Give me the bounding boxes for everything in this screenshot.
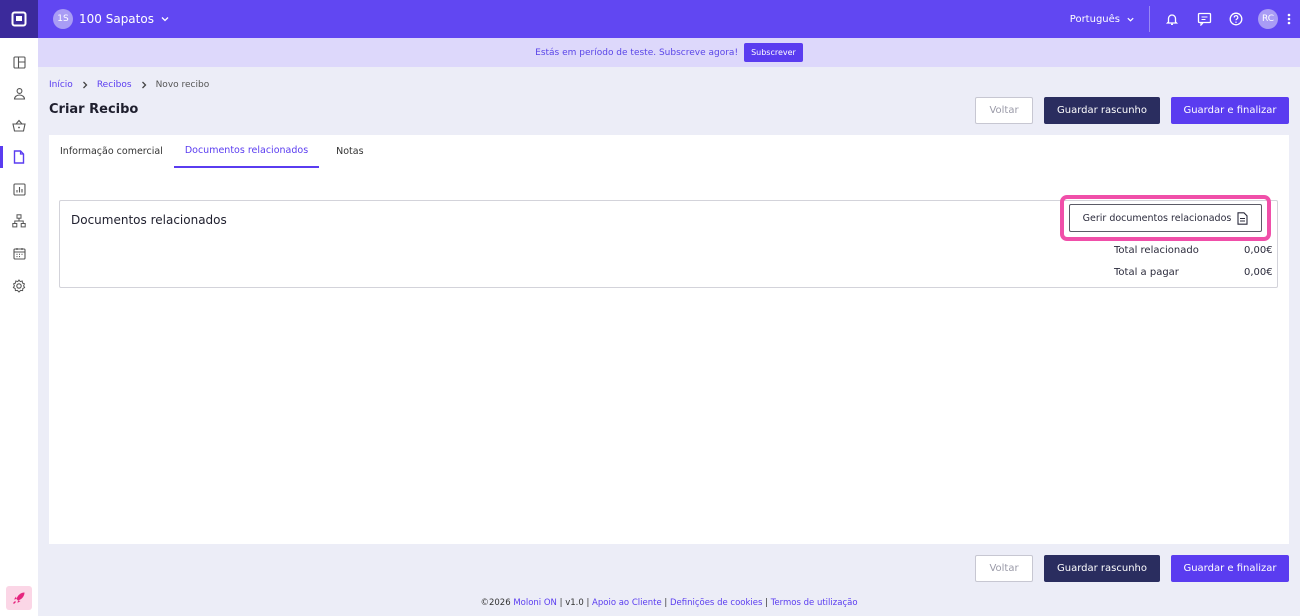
sidebar-item-calendar[interactable] [0, 242, 38, 264]
help-icon[interactable] [1220, 12, 1252, 26]
chart-icon [12, 182, 26, 196]
total-related-value: 0,00€ [1244, 245, 1273, 256]
chevron-down-icon [161, 17, 169, 22]
settings-icon [12, 279, 26, 293]
chevron-down-icon [1127, 17, 1134, 22]
breadcrumb-home[interactable]: Início [49, 80, 73, 90]
rocket-launch-button[interactable] [6, 586, 32, 610]
sidebar-item-dashboard[interactable] [0, 51, 38, 73]
user-icon [13, 87, 25, 100]
total-to-pay-label: Total a pagar [1114, 267, 1179, 278]
breadcrumb-current: Novo recibo [155, 80, 210, 90]
footer-support-link[interactable]: Apoio ao Cliente [592, 598, 662, 608]
receipt-form-card: Informação comercial Documentos relacion… [49, 135, 1289, 544]
tab-related-documents[interactable]: Documentos relacionados [173, 135, 320, 168]
top-bar: 1S 100 Sapatos Português RC [0, 0, 1300, 38]
sidebar-item-reports[interactable] [0, 178, 38, 200]
manage-related-documents-button[interactable]: Gerir documentos relacionados [1069, 204, 1262, 232]
sidebar [0, 38, 38, 616]
footer-cookies-link[interactable]: Definições de cookies [670, 598, 762, 608]
sidebar-item-sales[interactable] [0, 114, 38, 136]
bell-icon[interactable] [1156, 12, 1188, 26]
footer: ©2026 Moloni ON | v1.0 | Apoio ao Client… [480, 598, 858, 608]
trial-text: Estás em período de teste. Subscreve ago… [535, 47, 739, 58]
document-text-icon [1237, 211, 1248, 225]
total-to-pay-value: 0,00€ [1244, 267, 1273, 278]
section-title: Documentos relacionados [71, 213, 227, 227]
chevron-right-icon [82, 81, 88, 89]
tab-commercial-info[interactable]: Informação comercial [49, 135, 174, 168]
footer-brand-link[interactable]: Moloni ON [513, 598, 557, 608]
messages-icon[interactable] [1188, 12, 1220, 26]
breadcrumb: Início Recibos Novo recibo [49, 80, 209, 90]
chevron-right-icon [141, 81, 146, 89]
manage-button-label: Gerir documentos relacionados [1082, 212, 1232, 224]
page-title: Criar Recibo [49, 102, 139, 117]
back-button-bottom[interactable]: Voltar [975, 555, 1033, 582]
sidebar-item-documents[interactable] [0, 146, 38, 168]
tab-bar: Informação comercial Documentos relacion… [49, 135, 375, 168]
breadcrumb-receipts[interactable]: Recibos [97, 80, 132, 90]
save-draft-button-top[interactable]: Guardar rascunho [1044, 97, 1160, 124]
basket-icon [12, 119, 26, 132]
related-documents-section: Documentos relacionados Gerir documentos… [59, 195, 1278, 288]
language-selector[interactable]: Português [1070, 6, 1150, 32]
sidebar-item-contacts[interactable] [0, 82, 38, 104]
save-finalize-button-bottom[interactable]: Guardar e finalizar [1171, 555, 1289, 582]
company-avatar: 1S [53, 9, 73, 29]
more-vertical-icon[interactable] [1278, 13, 1300, 25]
total-related-label: Total relacionado [1114, 245, 1199, 256]
sidebar-item-integrations[interactable] [0, 210, 38, 232]
user-avatar[interactable]: RC [1258, 9, 1278, 29]
footer-version: v1.0 [565, 598, 584, 608]
language-label: Português [1069, 13, 1120, 25]
trial-banner: Estás em período de teste. Subscreve ago… [38, 38, 1300, 67]
footer-terms-link[interactable]: Termos de utilização [771, 598, 858, 608]
moloni-logo[interactable] [0, 0, 38, 38]
manage-button-highlight: Gerir documentos relacionados [1060, 195, 1271, 241]
company-selector[interactable]: 1S 100 Sapatos [53, 9, 170, 29]
save-finalize-button-top[interactable]: Guardar e finalizar [1171, 97, 1289, 124]
save-draft-button-bottom[interactable]: Guardar rascunho [1044, 555, 1160, 582]
tab-notes[interactable]: Notas [319, 135, 374, 168]
company-name: 100 Sapatos [79, 12, 154, 26]
document-icon [13, 150, 25, 164]
rocket-icon [13, 592, 25, 604]
calendar-icon [12, 247, 26, 260]
sidebar-item-settings[interactable] [0, 275, 38, 297]
network-icon [12, 214, 26, 228]
back-button-top[interactable]: Voltar [975, 97, 1033, 124]
dashboard-icon [12, 55, 26, 69]
footer-copyright: ©2026 [480, 598, 511, 608]
subscribe-button[interactable]: Subscrever [744, 43, 803, 62]
